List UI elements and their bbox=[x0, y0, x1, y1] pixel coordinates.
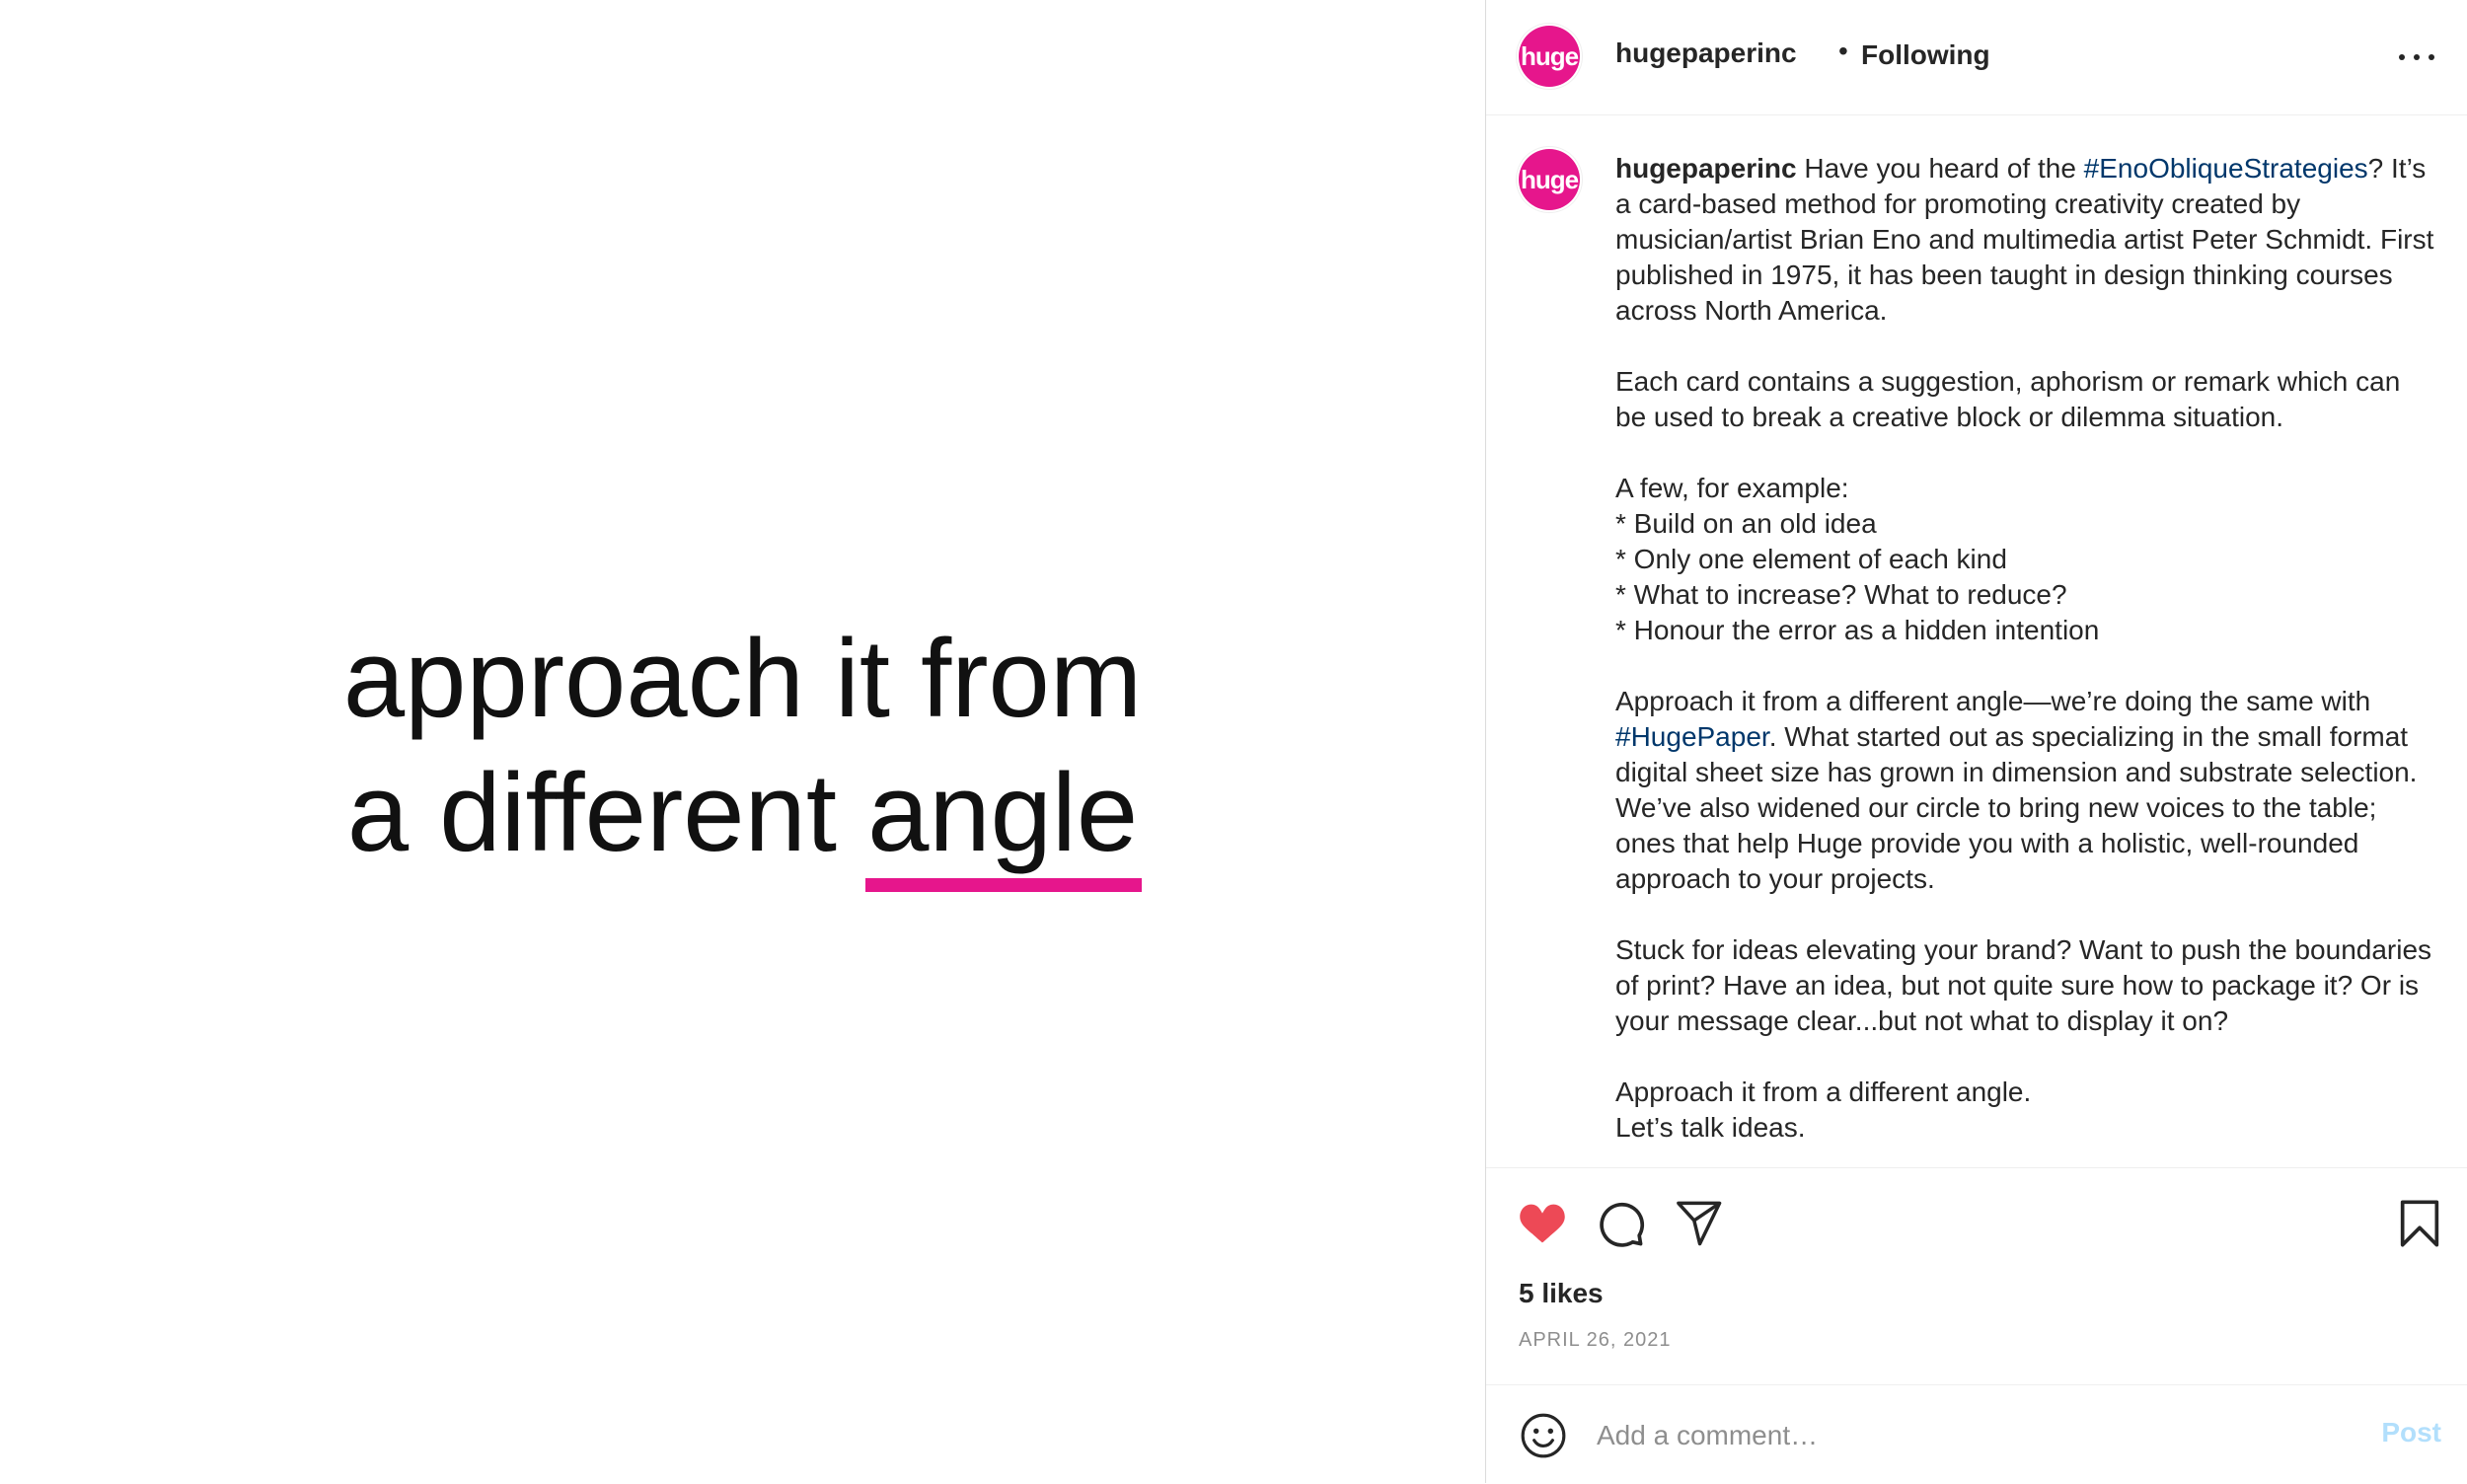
post-comment-button[interactable]: Post bbox=[2381, 1417, 2441, 1448]
following-button[interactable]: Following bbox=[1861, 39, 1990, 71]
hashtag-link[interactable]: #HugePaper bbox=[1615, 721, 1769, 752]
add-comment-bar: Post bbox=[1486, 1384, 2467, 1484]
post-caption: hugepaperinc Have you heard of the #EnoO… bbox=[1615, 151, 2434, 1146]
post-actions: 5 likes APRIL 26, 2021 bbox=[1486, 1167, 2467, 1385]
image-text-line-2: a different angle bbox=[0, 746, 1485, 892]
comment-icon[interactable] bbox=[1595, 1198, 1646, 1249]
pink-underline bbox=[865, 878, 1143, 892]
caption-username[interactable]: hugepaperinc bbox=[1615, 153, 1797, 184]
header-separator: • bbox=[1838, 36, 1848, 66]
post-header: huge hugepaperinc • Following bbox=[1486, 0, 2467, 115]
image-text-line-1: approach it from bbox=[342, 617, 1143, 740]
hashtag-link[interactable]: #EnoObliqueStrategies bbox=[2084, 153, 2368, 184]
paper-plane-icon[interactable] bbox=[1674, 1198, 1725, 1249]
more-options-icon[interactable] bbox=[2399, 39, 2434, 75]
caption-text-2: ? It’s a card-based method for promoting… bbox=[1615, 153, 2434, 716]
post-image: approach it from a different angle bbox=[0, 0, 1485, 1483]
image-text-emphasis-word: angle bbox=[867, 751, 1139, 874]
header-username[interactable]: hugepaperinc bbox=[1615, 37, 1797, 69]
likes-count[interactable]: 5 likes bbox=[1519, 1278, 1604, 1309]
image-text-emphasis: angle bbox=[865, 746, 1143, 892]
caption-avatar[interactable]: huge bbox=[1519, 149, 1580, 210]
more-dot bbox=[2414, 54, 2420, 60]
post-date[interactable]: APRIL 26, 2021 bbox=[1519, 1329, 1671, 1352]
heart-filled-icon[interactable] bbox=[1517, 1198, 1568, 1249]
caption-text-3: . What started out as specializing in th… bbox=[1615, 721, 2432, 1143]
more-dot bbox=[2399, 54, 2405, 60]
caption-text-1: Have you heard of the bbox=[1796, 153, 2084, 184]
profile-avatar[interactable]: huge bbox=[1519, 26, 1580, 87]
emoji-smile-icon[interactable] bbox=[1519, 1411, 1568, 1460]
instagram-post: approach it from a different angle huge … bbox=[0, 0, 2467, 1483]
image-text: approach it from a different angle bbox=[0, 612, 1485, 892]
comment-input[interactable] bbox=[1597, 1411, 2307, 1460]
more-dot bbox=[2429, 54, 2434, 60]
post-side-panel: huge hugepaperinc • Following huge hugep… bbox=[1485, 0, 2467, 1483]
bookmark-icon[interactable] bbox=[2394, 1198, 2445, 1249]
comments-scroll-area[interactable]: huge hugepaperinc Have you heard of the … bbox=[1486, 115, 2467, 1167]
image-text-line-2-prefix: a different bbox=[346, 751, 868, 874]
